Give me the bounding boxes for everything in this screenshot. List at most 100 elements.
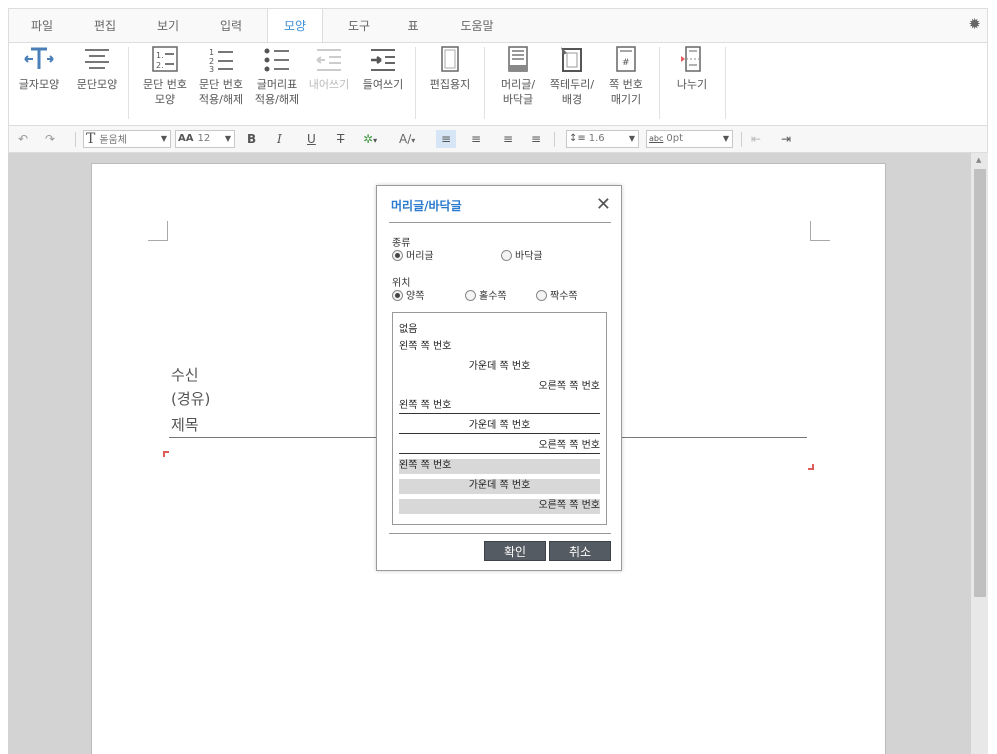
list-item-center-underlined[interactable]: 가운데 쪽 번호: [399, 419, 600, 434]
chevron-down-icon: ▼: [224, 134, 231, 143]
tab-view[interactable]: 보기: [140, 9, 196, 43]
font-name-select[interactable]: T 돋움체 ▼: [83, 130, 171, 148]
outdent-icon: [316, 49, 341, 71]
indent-button[interactable]: 들여쓰기: [357, 45, 409, 92]
close-icon[interactable]: ✕: [596, 194, 611, 215]
list-item-right-underlined[interactable]: 오른쪽 쪽 번호: [399, 439, 600, 454]
line-spacing-value: 1.6: [588, 133, 605, 144]
bullet-list-icon: [264, 48, 289, 72]
radio-footer[interactable]: 바닥글: [501, 250, 543, 263]
scrollbar-thumb[interactable]: [974, 169, 986, 597]
svg-text:1: 1: [209, 48, 214, 57]
tab-table[interactable]: 표: [385, 9, 441, 43]
undo-icon[interactable]: ↶: [18, 130, 28, 148]
radio-unselected-icon: [501, 250, 512, 261]
tab-format[interactable]: 모양: [267, 8, 323, 43]
outdent-label: 내어쓰기: [308, 78, 350, 91]
page-border-button[interactable]: 쪽테두리/ 배경: [545, 45, 599, 107]
type-label: 종류: [392, 238, 411, 249]
chevron-down-icon: ▼: [160, 134, 167, 143]
list-item-left-shaded[interactable]: 왼쪽 쪽 번호: [399, 459, 600, 474]
doc-line-recipient[interactable]: 수신: [171, 364, 199, 385]
tab-insert[interactable]: 입력: [203, 9, 259, 43]
para-num-toggle-button[interactable]: 123 문단 번호 적용/해제: [193, 45, 249, 107]
font-size-select[interactable]: AA 12 ▼: [175, 130, 235, 148]
page-break-icon: [681, 46, 701, 72]
char-spacing-select[interactable]: abc 0pt ▼: [646, 130, 733, 148]
para-num-shape-line2: 모양: [154, 93, 176, 106]
chevron-down-icon: ▼: [628, 134, 635, 143]
font-color-icon[interactable]: ✲▾: [363, 130, 377, 148]
page-border-line1: 쪽테두리/: [549, 78, 595, 91]
format-toolbar: ↶ ↷ T 돋움체 ▼ AA 12 ▼ B I U T ✲▾ A∕▾ ≡ ≡ ≡ ≡…: [8, 126, 988, 153]
tab-tools[interactable]: 도구: [331, 9, 387, 43]
para-num-toggle-line2: 적용/해제: [198, 93, 244, 106]
doc-line-via[interactable]: (경유): [171, 388, 210, 409]
page-number-icon: #: [616, 46, 636, 72]
outdent-button[interactable]: 내어쓰기: [303, 45, 355, 92]
header-footer-dialog: 머리글/바닥글 ✕ 종류 머리글 바닥글 위치 양쪽 홀수쪽 짝수쪽 없음 왼쪽…: [376, 185, 622, 571]
radio-both-pages[interactable]: 양쪽: [392, 290, 424, 303]
list-item-center-shaded[interactable]: 가운데 쪽 번호: [399, 479, 600, 494]
format-separator: [554, 132, 555, 147]
cancel-button[interactable]: 취소: [549, 541, 611, 561]
align-center-icon[interactable]: ≡: [471, 130, 481, 148]
split-button[interactable]: 나누기: [667, 45, 717, 92]
para-shape-label: 문단모양: [76, 78, 118, 91]
align-right-icon[interactable]: ≡: [503, 130, 513, 148]
gear-icon[interactable]: ✹: [968, 15, 981, 33]
radio-header[interactable]: 머리글: [392, 250, 434, 263]
char-shape-button[interactable]: 글자모양: [11, 45, 67, 92]
ribbon-separator: [128, 47, 129, 119]
dialog-divider: [389, 533, 611, 534]
indent-label: 들여쓰기: [362, 78, 404, 91]
char-shape-icon: [24, 47, 54, 69]
list-item-left[interactable]: 왼쪽 쪽 번호: [399, 340, 600, 355]
ribbon-separator: [659, 47, 660, 119]
radio-selected-icon: [392, 290, 403, 301]
list-item-right[interactable]: 오른쪽 쪽 번호: [399, 380, 600, 395]
tab-help[interactable]: 도움말: [449, 9, 505, 43]
svg-text:2.: 2.: [156, 61, 164, 70]
outdent-small-icon[interactable]: ⇤: [751, 130, 761, 148]
indent-small-icon[interactable]: ⇥: [781, 130, 791, 148]
para-num-shape-button[interactable]: 1. 2. 문단 번호 모양: [137, 45, 193, 107]
list-item-right-shaded[interactable]: 오른쪽 쪽 번호: [399, 499, 600, 514]
list-item-left-underlined[interactable]: 왼쪽 쪽 번호: [399, 399, 600, 414]
margin-corner-mark: [148, 221, 168, 241]
align-left-icon[interactable]: ≡: [436, 130, 456, 148]
ordered-list-icon: 123: [209, 48, 233, 73]
scroll-up-icon[interactable]: ▲: [976, 156, 981, 164]
page-number-style-list[interactable]: 없음 왼쪽 쪽 번호 가운데 쪽 번호 오른쪽 쪽 번호 왼쪽 쪽 번호 가운데…: [392, 312, 607, 525]
body-start-mark: [163, 451, 169, 457]
page-setup-label: 편집용지: [429, 78, 471, 91]
header-footer-line2: 바닥글: [502, 93, 534, 106]
header-footer-button[interactable]: 머리글/ 바닥글: [491, 45, 545, 107]
bold-button[interactable]: B: [247, 130, 256, 148]
list-item-none[interactable]: 없음: [399, 323, 600, 338]
doc-line-subject[interactable]: 제목: [171, 414, 199, 435]
tab-file[interactable]: 파일: [14, 9, 70, 43]
redo-icon[interactable]: ↷: [45, 130, 55, 148]
radio-odd-pages[interactable]: 홀수쪽: [465, 290, 507, 303]
page-border-line2: 배경: [561, 93, 583, 106]
italic-button[interactable]: I: [277, 130, 282, 148]
underline-button[interactable]: U: [307, 130, 316, 148]
para-shape-icon: [85, 49, 109, 69]
para-shape-button[interactable]: 문단모양: [69, 45, 125, 92]
page-setup-button[interactable]: 편집용지: [422, 45, 478, 92]
list-item-center[interactable]: 가운데 쪽 번호: [399, 360, 600, 375]
page-number-button[interactable]: # 쪽 번호 매기기: [599, 45, 653, 107]
tab-edit[interactable]: 편집: [77, 9, 133, 43]
highlight-icon[interactable]: A∕▾: [399, 130, 415, 148]
bullet-toggle-button[interactable]: 글머리표 적용/해제: [249, 45, 305, 107]
align-justify-icon[interactable]: ≡: [531, 130, 541, 148]
strike-button[interactable]: T: [337, 130, 344, 148]
ok-button[interactable]: 확인: [484, 541, 546, 561]
font-name-value: 돋움체: [99, 135, 127, 146]
svg-text:3: 3: [209, 65, 214, 73]
line-spacing-select[interactable]: ↕≡ 1.6 ▼: [566, 130, 639, 148]
margin-corner-mark: [810, 221, 830, 241]
vertical-scrollbar[interactable]: ▲: [971, 153, 988, 754]
radio-even-pages[interactable]: 짝수쪽: [536, 290, 578, 303]
